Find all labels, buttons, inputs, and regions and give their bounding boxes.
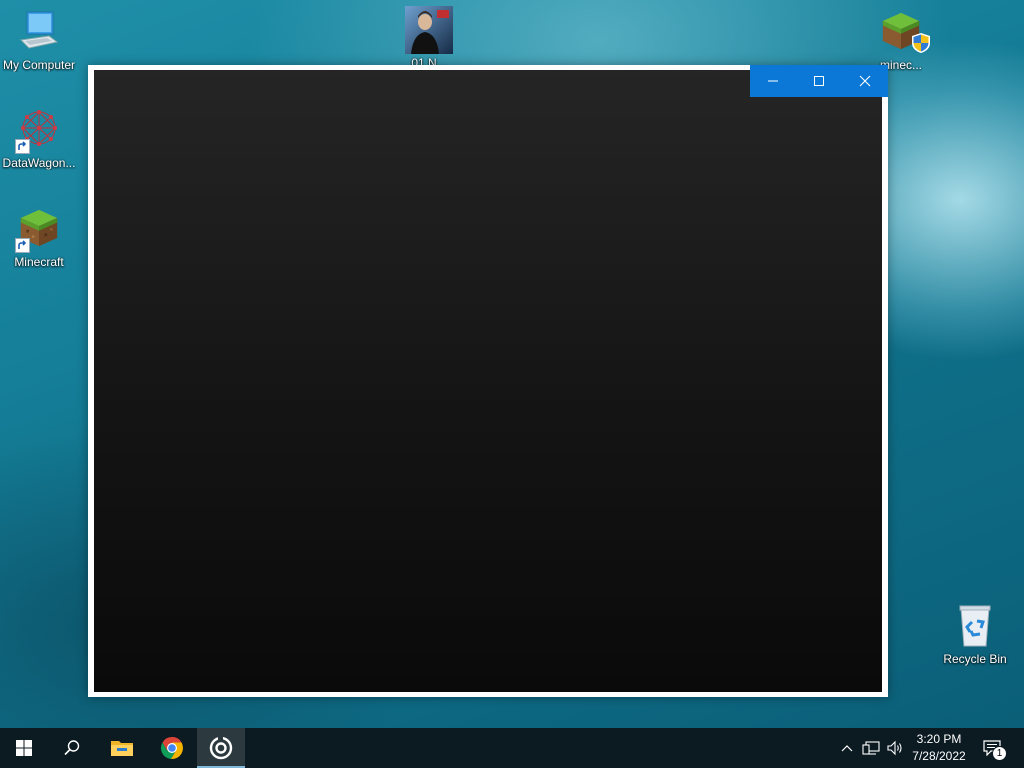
desktop-icon-album[interactable]: 01 N... bbox=[390, 6, 468, 70]
album-art-icon bbox=[405, 6, 453, 54]
shortcut-arrow-icon bbox=[15, 139, 30, 154]
computer-icon bbox=[15, 8, 63, 56]
taskbar-app-active[interactable] bbox=[197, 728, 245, 768]
notification-count-badge: 1 bbox=[992, 746, 1007, 761]
windows-logo-icon bbox=[16, 740, 32, 756]
taskbar-clock[interactable]: 3:20 PM 7/28/2022 bbox=[906, 731, 972, 765]
network-button[interactable] bbox=[860, 728, 882, 768]
minimize-icon bbox=[768, 80, 778, 82]
desktop-icon-my-computer[interactable]: My Computer bbox=[0, 8, 78, 72]
app-window-content[interactable] bbox=[94, 70, 882, 692]
desktop-icon-datawagon[interactable]: DataWagon... bbox=[0, 106, 78, 170]
search-button[interactable] bbox=[48, 728, 96, 768]
maximize-button[interactable] bbox=[796, 65, 842, 97]
taskbar-app-file-explorer[interactable] bbox=[98, 728, 146, 768]
grass-block-shield-icon bbox=[877, 8, 930, 56]
chrome-icon bbox=[160, 737, 184, 760]
show-hidden-icons-button[interactable] bbox=[838, 728, 856, 768]
desktop-icon-minecraft[interactable]: Minecraft bbox=[0, 205, 78, 269]
start-button[interactable] bbox=[0, 728, 48, 768]
close-button[interactable] bbox=[842, 65, 888, 97]
desktop-icon-label: Recycle Bin bbox=[943, 652, 1007, 666]
chevron-up-icon bbox=[841, 745, 853, 752]
desktop-icon-recycle-bin[interactable]: Recycle Bin bbox=[936, 602, 1014, 666]
desktop-icon-label: My Computer bbox=[2, 58, 76, 72]
recycle-bin-icon bbox=[951, 602, 999, 650]
volume-button[interactable] bbox=[884, 728, 906, 768]
shortcut-arrow-icon bbox=[15, 238, 30, 253]
target-app-icon bbox=[209, 736, 233, 760]
volume-icon bbox=[887, 740, 902, 756]
minimize-button[interactable] bbox=[750, 65, 796, 97]
network-icon bbox=[862, 741, 880, 755]
desktop-icon-minecraft-installer[interactable]: minec... bbox=[862, 8, 940, 72]
clock-date: 7/28/2022 bbox=[912, 749, 966, 763]
clock-time: 3:20 PM bbox=[916, 732, 962, 746]
taskbar-app-chrome[interactable] bbox=[148, 728, 196, 768]
file-explorer-icon bbox=[111, 741, 133, 756]
desktop-icon-label: DataWagon... bbox=[2, 156, 76, 170]
close-icon bbox=[859, 75, 871, 87]
maximize-icon bbox=[814, 76, 824, 86]
grass-block-icon bbox=[15, 205, 63, 253]
search-icon bbox=[64, 740, 80, 756]
taskbar: 3:20 PM 7/28/2022 bbox=[0, 728, 1024, 768]
window-caption-buttons bbox=[750, 65, 888, 97]
network-graph-icon bbox=[15, 106, 63, 154]
desktop-icon-label: Minecraft bbox=[14, 255, 64, 269]
app-window bbox=[88, 65, 888, 697]
